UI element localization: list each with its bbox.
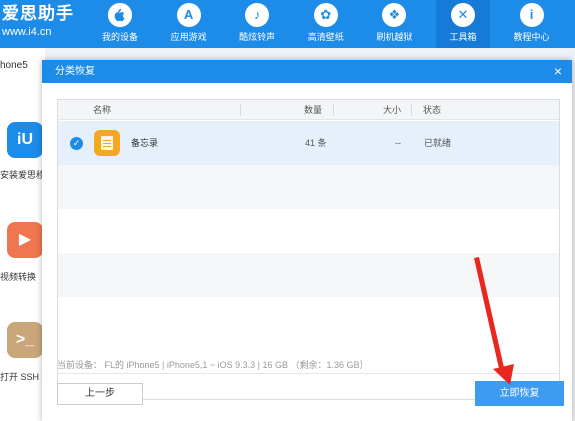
nav-label: 教程中心 (513, 32, 550, 42)
close-icon[interactable]: × (550, 62, 566, 80)
video-convert-icon[interactable]: ▶ (7, 222, 43, 258)
restore-now-button[interactable]: 立即恢复 (475, 381, 564, 406)
nav-label: 高清壁纸 (307, 32, 344, 42)
flower-icon: ✿ (313, 3, 338, 27)
nav-label: 酷炫铃声 (239, 32, 276, 42)
empty-row (58, 165, 559, 209)
row-name: 备忘录 (131, 138, 159, 148)
column-divider (411, 104, 412, 116)
bell-icon: ♪ (245, 3, 270, 27)
empty-row (58, 209, 559, 253)
category-restore-dialog: 分类恢复 × 名称 数量 大小 状态 ✓ 备忘录 41 条 -- 已就绪 当前设… (42, 60, 572, 421)
column-divider (333, 104, 334, 116)
nav-my-device[interactable]: 我的设备 (93, 0, 147, 48)
device-tab[interactable]: hone5 (0, 60, 28, 71)
divider (57, 373, 560, 374)
row-count: 41 条 (305, 138, 327, 148)
row-status: 已就绪 (424, 138, 452, 148)
nav-flash-jailbreak[interactable]: ❖ 刷机越狱 (367, 0, 421, 48)
column-header-status[interactable]: 状态 (423, 100, 441, 120)
empty-row (58, 253, 559, 297)
nav-tutorials[interactable]: i 教程中心 (505, 0, 559, 48)
nav-label: 应用游戏 (170, 32, 207, 42)
i4-app-icon[interactable]: iU (7, 122, 43, 158)
nav-apps-games[interactable]: A 应用游戏 (162, 0, 216, 48)
restore-category-table: 名称 数量 大小 状态 ✓ 备忘录 41 条 -- 已就绪 (57, 99, 560, 400)
app-store-icon: A (176, 3, 201, 27)
device-info: 当前设备： FL的 iPhone5 | iPhone5,1 ~ iOS 9.3.… (57, 360, 369, 370)
column-header-name[interactable]: 名称 (93, 100, 111, 120)
previous-step-button[interactable]: 上一步 (57, 383, 143, 405)
empty-row (58, 297, 559, 341)
column-header-count[interactable]: 数量 (304, 100, 322, 120)
row-size: -- (395, 138, 401, 148)
ssh-terminal-icon[interactable]: >_ (7, 322, 43, 358)
table-header: 名称 数量 大小 状态 (58, 100, 559, 120)
brand-url: www.i4.cn (2, 26, 52, 38)
nav-wallpapers[interactable]: ✿ 高清壁纸 (299, 0, 353, 48)
column-divider (240, 104, 241, 116)
nav-label: 工具箱 (449, 32, 477, 42)
dropbox-icon: ❖ (382, 3, 407, 27)
checkmark-icon[interactable]: ✓ (70, 137, 83, 150)
nav-label: 刷机越狱 (376, 32, 413, 42)
dialog-title: 分类恢复 (55, 66, 95, 77)
toolbox-background-panel: hone5 iU 安装爱思移 ▶ 视频转换 >_ 打开 SSH 通 (0, 48, 45, 421)
tools-icon: ✕ (450, 3, 475, 27)
nav-ringtones[interactable]: ♪ 酷炫铃声 (230, 0, 284, 48)
tool-label: 打开 SSH 通 (0, 372, 45, 382)
brand-name: 爱思助手 (2, 4, 74, 23)
dialog-title-bar: 分类恢复 × (42, 60, 572, 83)
tool-label: 视频转换 (0, 272, 37, 282)
brand-logo: 爱思助手 www.i4.cn (0, 3, 92, 39)
nav-label: 我的设备 (101, 32, 138, 42)
info-icon: i (519, 3, 544, 27)
nav-toolbox[interactable]: ✕ 工具箱 (435, 0, 490, 48)
top-nav-bar: 爱思助手 www.i4.cn 我的设备 A 应用游戏 ♪ 酷炫铃声 ✿ 高清壁纸… (0, 0, 575, 48)
notes-icon (94, 130, 120, 156)
apple-icon (108, 3, 132, 27)
column-header-size[interactable]: 大小 (383, 100, 401, 120)
main-nav: 我的设备 A 应用游戏 ♪ 酷炫铃声 ✿ 高清壁纸 ❖ 刷机越狱 ✕ 工具箱 i… (93, 0, 573, 48)
tool-label: 安装爱思移 (0, 170, 45, 180)
table-row[interactable]: ✓ 备忘录 41 条 -- 已就绪 (58, 121, 559, 165)
